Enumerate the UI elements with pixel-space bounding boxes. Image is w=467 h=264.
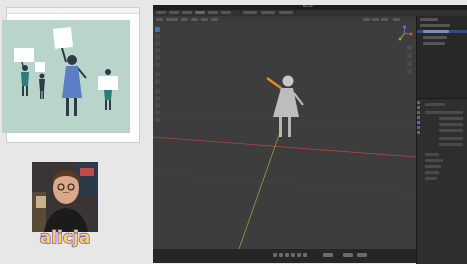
- outliner-row-mesh[interactable]: [423, 36, 447, 39]
- property-row[interactable]: [439, 123, 463, 126]
- camera-view-icon[interactable]: [407, 61, 412, 66]
- select-menu[interactable]: [191, 18, 198, 21]
- menu-file[interactable]: [169, 11, 179, 14]
- menu-render[interactable]: [195, 11, 205, 14]
- prev-keyframe-icon[interactable]: [279, 253, 283, 257]
- outliner-panel: [416, 16, 467, 98]
- window-title: Blender: [303, 4, 314, 8]
- current-frame-field[interactable]: [323, 253, 333, 257]
- property-row[interactable]: [425, 165, 441, 168]
- properties-search[interactable]: [425, 103, 445, 106]
- menu-blender-logo[interactable]: [156, 11, 166, 14]
- pan-hand-icon[interactable]: [407, 53, 412, 58]
- sticker-text: alicja: [40, 228, 91, 248]
- properties-panel: [416, 98, 467, 264]
- menu-help[interactable]: [221, 11, 231, 14]
- viewport-nav-controls: [406, 45, 414, 85]
- view-menu[interactable]: [181, 18, 188, 21]
- zoom-icon[interactable]: [407, 45, 412, 50]
- object-tab-icon[interactable]: [417, 121, 420, 124]
- shading-rendered-button[interactable]: [381, 18, 388, 21]
- perspective-toggle-icon[interactable]: [407, 69, 412, 74]
- menu-window[interactable]: [208, 11, 218, 14]
- workspace-tab-layout[interactable]: [243, 11, 257, 14]
- shading-material-button[interactable]: [372, 18, 379, 21]
- alicja-sticker: alicja: [39, 227, 91, 248]
- workspace-tab-modeling[interactable]: [261, 11, 275, 14]
- play-reverse-icon[interactable]: [285, 253, 289, 257]
- outliner-row-armature[interactable]: [423, 30, 449, 33]
- end-frame-field[interactable]: [357, 253, 367, 257]
- 3d-viewport[interactable]: [153, 23, 416, 249]
- sign-tall: [53, 27, 73, 49]
- extrude-tool[interactable]: [155, 96, 160, 101]
- transform-tool[interactable]: [155, 62, 160, 67]
- property-row[interactable]: [439, 137, 463, 140]
- properties-tabs: [416, 99, 420, 159]
- measure-tool[interactable]: [155, 79, 160, 84]
- navigation-gizmo[interactable]: [396, 25, 413, 42]
- tool-shelf: [154, 27, 160, 127]
- add-menu[interactable]: [201, 18, 208, 21]
- sign-left: [14, 48, 34, 62]
- model-head: [282, 75, 294, 87]
- workspace-tab-sculpting[interactable]: [279, 11, 293, 14]
- sign-small: [35, 62, 45, 72]
- jump-end-icon[interactable]: [303, 253, 307, 257]
- output-tab-icon[interactable]: [417, 111, 420, 114]
- property-row[interactable]: [425, 153, 439, 156]
- protest-illustration: [2, 20, 130, 133]
- scale-tool[interactable]: [155, 55, 160, 60]
- editor-type-button[interactable]: [156, 18, 163, 21]
- property-row[interactable]: [425, 111, 463, 114]
- tool-tab-icon[interactable]: [417, 101, 420, 104]
- jump-start-icon[interactable]: [273, 253, 277, 257]
- material-tab-icon[interactable]: [417, 131, 420, 134]
- annotate-tool[interactable]: [155, 72, 160, 77]
- property-row[interactable]: [439, 117, 463, 120]
- outliner-row-scene-collection[interactable]: [420, 24, 450, 27]
- inset-tool[interactable]: [155, 103, 160, 108]
- add-cube-tool[interactable]: [155, 89, 160, 94]
- next-keyframe-icon[interactable]: [297, 253, 301, 257]
- overlays-button[interactable]: [393, 18, 400, 21]
- loop-cut-tool[interactable]: [155, 117, 160, 122]
- outliner-search[interactable]: [420, 18, 438, 21]
- blender-window: Blender: [153, 4, 467, 264]
- property-row[interactable]: [425, 159, 443, 162]
- menu-edit[interactable]: [182, 11, 192, 14]
- object-menu[interactable]: [211, 18, 218, 21]
- webcam-feed: [32, 162, 98, 232]
- mode-select[interactable]: [166, 18, 178, 21]
- render-tab-icon[interactable]: [417, 106, 420, 109]
- move-tool[interactable]: [155, 41, 160, 46]
- property-row[interactable]: [439, 143, 463, 146]
- reference-window-titlebar: [7, 8, 139, 14]
- sign-right: [98, 76, 118, 90]
- rotate-tool[interactable]: [155, 48, 160, 53]
- shading-solid-button[interactable]: [363, 18, 370, 21]
- scene-tab-icon[interactable]: [417, 116, 420, 119]
- property-row[interactable]: [425, 177, 437, 180]
- property-row[interactable]: [425, 171, 439, 174]
- modifier-tab-icon[interactable]: [417, 126, 420, 129]
- bevel-tool[interactable]: [155, 110, 160, 115]
- property-row[interactable]: [439, 129, 463, 132]
- cursor-tool[interactable]: [155, 34, 160, 39]
- select-box-tool[interactable]: [155, 27, 160, 32]
- play-icon[interactable]: [291, 253, 295, 257]
- start-frame-field[interactable]: [343, 253, 353, 257]
- outliner-row-camera[interactable]: [423, 42, 445, 45]
